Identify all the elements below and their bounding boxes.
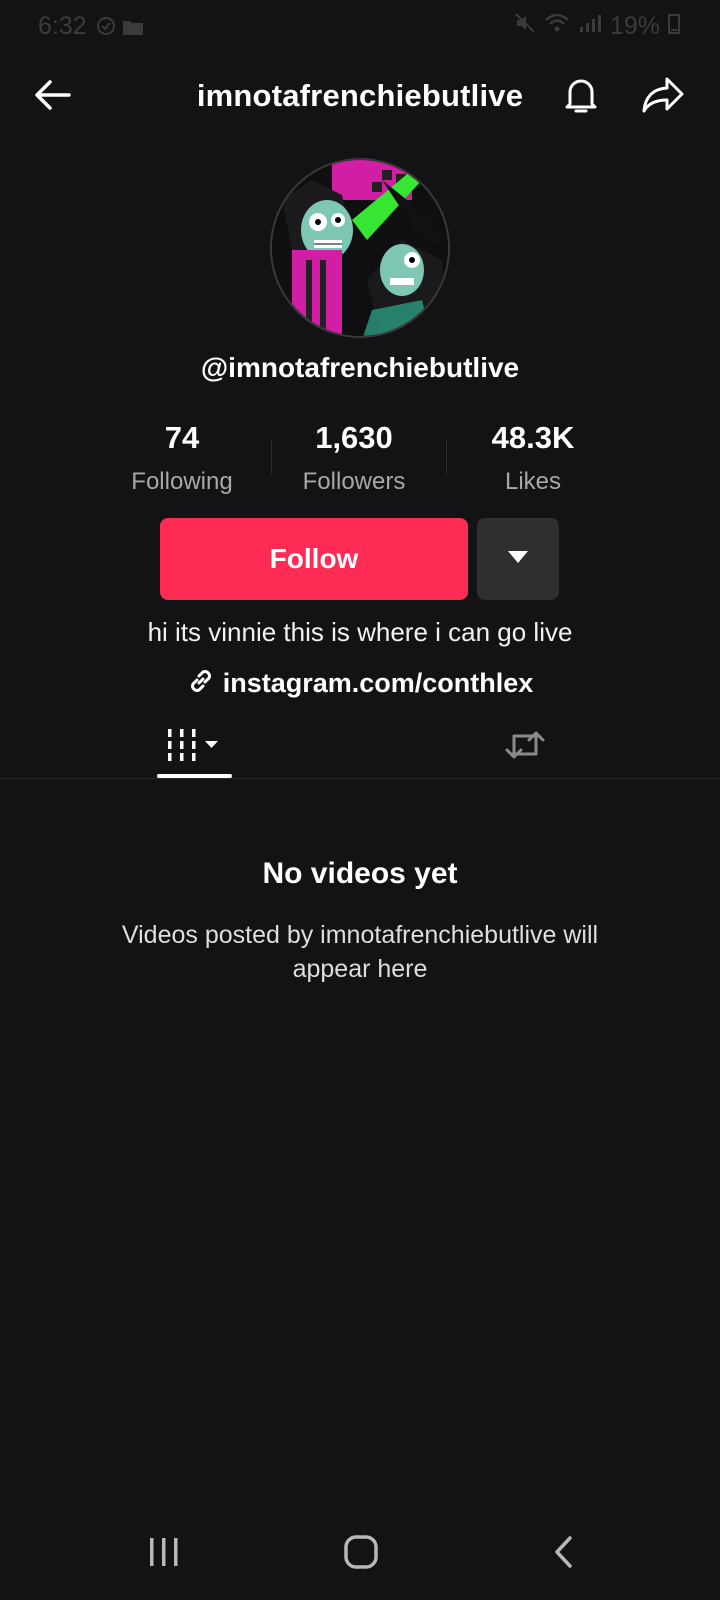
header-username: imnotafrenchiebutlive [196, 78, 524, 113]
recents-icon [147, 1536, 181, 1573]
profile-handle: @imnotafrenchiebutlive [200, 352, 520, 383]
follow-button[interactable]: Follow [160, 518, 468, 600]
stat-value: 74 [164, 420, 200, 455]
repost-icon [504, 726, 546, 769]
stat-followers[interactable]: 1,630 Followers [264, 420, 444, 496]
status-time: 6:32 [38, 12, 87, 40]
notifications-button[interactable] [556, 72, 606, 122]
empty-state-title: No videos yet [262, 857, 458, 890]
nav-recents-button[interactable] [140, 1530, 188, 1578]
battery-percent: 19% [609, 12, 660, 40]
link-icon [187, 667, 215, 700]
caret-down-icon [507, 550, 529, 569]
share-arrow-icon [641, 76, 685, 119]
grid-videos-icon [166, 727, 222, 768]
stat-likes[interactable]: 48.3K Likes [443, 420, 623, 496]
tab-videos[interactable] [155, 718, 233, 776]
status-bar: 6:32 19% [0, 0, 720, 54]
stat-label: Following [131, 468, 233, 495]
nav-back-button[interactable] [540, 1530, 588, 1578]
folder-icon [122, 14, 144, 43]
chevron-left-icon [552, 1534, 576, 1575]
profile-link-text: instagram.com/conthlex [222, 668, 534, 698]
signal-icon [578, 12, 602, 41]
empty-state-subtitle: Videos posted by imnotafrenchiebutlive w… [121, 921, 599, 983]
stat-label: Followers [302, 468, 406, 495]
tab-divider [0, 778, 720, 779]
stat-label: Likes [504, 468, 562, 495]
battery-icon [668, 12, 680, 41]
avatar-image [272, 160, 448, 336]
stat-value: 1,630 [315, 420, 393, 455]
suggested-accounts-button[interactable] [477, 518, 559, 600]
status-notification-icons [96, 14, 144, 43]
nav-home-button[interactable] [336, 1530, 386, 1578]
mute-icon [514, 12, 536, 41]
bell-icon [562, 74, 600, 121]
home-icon [343, 1534, 379, 1575]
tab-reposts[interactable] [496, 718, 554, 776]
profile-header: imnotafrenchiebutlive [0, 62, 720, 132]
stat-value: 48.3K [491, 420, 575, 455]
wifi-icon [544, 12, 570, 41]
avatar[interactable] [270, 158, 450, 338]
alarm-icon [96, 14, 116, 43]
stat-following[interactable]: 74 Following [92, 420, 272, 496]
profile-bio: hi its vinnie this is where i can go liv… [147, 617, 573, 647]
share-button[interactable] [638, 72, 688, 122]
profile-link[interactable]: instagram.com/conthlex [0, 667, 720, 700]
status-system-icons: 19% [514, 12, 680, 41]
